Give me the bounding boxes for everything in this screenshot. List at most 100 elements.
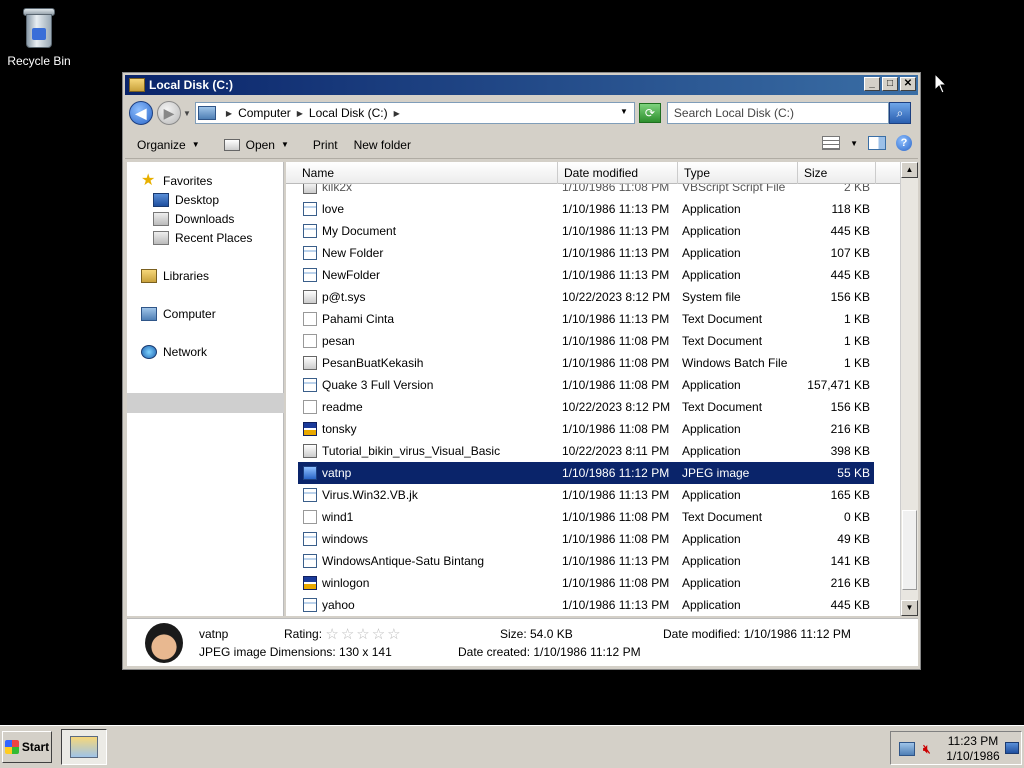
table-row[interactable]: winlogon 1/10/1986 11:08 PM Application 216… xyxy=(298,572,874,594)
scroll-down-arrow[interactable]: ▼ xyxy=(901,600,918,616)
chevron-right-icon[interactable]: ▶ xyxy=(394,109,400,118)
breadcrumb-computer[interactable]: Computer xyxy=(238,106,291,120)
refresh-button[interactable]: ⟳ xyxy=(638,103,661,123)
table-row[interactable]: kilk2x 1/10/1986 11:08 PM VBScript Scrip… xyxy=(298,184,874,198)
table-row[interactable]: Tutorial_bikin_virus_Visual_Basic 10/22/2… xyxy=(298,440,874,462)
mouse-cursor-icon xyxy=(934,72,948,98)
column-header-type[interactable]: Type xyxy=(678,162,798,184)
volume-muted-icon[interactable]: 🔇︎ xyxy=(923,742,939,756)
nav-item-computer[interactable]: Computer xyxy=(141,307,216,321)
recycle-bin-label: Recycle Bin xyxy=(7,54,71,68)
column-header-size[interactable]: Size xyxy=(798,162,876,184)
file-date: 1/10/1986 11:08 PM xyxy=(562,422,670,436)
application-icon xyxy=(303,378,317,392)
nav-label: Desktop xyxy=(175,193,220,207)
search-input[interactable]: Search Local Disk (C:) xyxy=(666,102,889,124)
breadcrumb-local-disk[interactable]: Local Disk (C:) xyxy=(309,106,388,120)
nav-item-network[interactable]: Network xyxy=(141,345,207,359)
file-type: Application xyxy=(682,532,741,546)
application-icon xyxy=(303,598,317,612)
show-desktop-icon[interactable] xyxy=(1005,742,1019,754)
help-icon[interactable]: ? xyxy=(896,135,912,151)
start-button[interactable]: Start xyxy=(2,731,52,763)
table-row[interactable]: readme 10/22/2023 8:12 PM Text Document 156… xyxy=(298,396,874,418)
table-row[interactable]: pesan 1/10/1986 11:08 PM Text Document 1 KB xyxy=(298,330,874,352)
nav-item-recent-places[interactable]: Recent Places xyxy=(153,231,252,245)
table-row[interactable]: My Document 1/10/1986 11:13 PM Application… xyxy=(298,220,874,242)
column-header-date[interactable]: Date modified xyxy=(558,162,678,184)
rating-stars-icon[interactable]: ☆☆☆☆☆ xyxy=(325,625,402,643)
system-file-icon xyxy=(303,356,317,370)
file-type: VBScript Script File xyxy=(682,184,786,194)
file-date: 1/10/1986 11:08 PM xyxy=(562,356,670,370)
table-row-selected[interactable]: vatnp 1/10/1986 11:12 PM JPEG image 55 KB xyxy=(298,462,874,484)
nav-item-favorites[interactable]: ★ Favorites xyxy=(141,173,212,189)
table-row[interactable]: wind1 1/10/1986 11:08 PM Text Document 0 KB xyxy=(298,506,874,528)
table-row[interactable]: p@t.sys 10/22/2023 8:12 PM System file 156 … xyxy=(298,286,874,308)
desktop-icon xyxy=(153,193,169,207)
search-icon[interactable]: ⌕ xyxy=(888,102,911,124)
open-label: Open xyxy=(245,137,275,152)
clock[interactable]: 11:23 PM 1/10/1986 xyxy=(943,734,1003,764)
table-row[interactable]: tonsky 1/10/1986 11:08 PM Application 216 K… xyxy=(298,418,874,440)
application-icon xyxy=(303,202,317,216)
libraries-icon xyxy=(141,269,157,283)
network-tray-icon[interactable] xyxy=(899,742,915,756)
table-row[interactable]: PesanBuatKekasih 1/10/1986 11:08 PM Window… xyxy=(298,352,874,374)
vertical-scrollbar[interactable]: ▲ ▼ xyxy=(900,162,918,616)
back-button[interactable]: ◀ xyxy=(129,101,153,125)
file-type: Application xyxy=(682,488,741,502)
details-size: Size: 54.0 KB xyxy=(500,627,573,641)
recycle-bin-desktop-icon[interactable]: Recycle Bin xyxy=(6,6,72,68)
table-row[interactable]: Quake 3 Full Version 1/10/1986 11:08 PM Ap… xyxy=(298,374,874,396)
file-size: 107 KB xyxy=(830,246,870,260)
minimize-button[interactable]: _ xyxy=(864,77,880,91)
jpeg-image-icon xyxy=(303,466,317,480)
nav-label: Libraries xyxy=(163,269,210,283)
table-row[interactable]: yahoo 1/10/1986 11:13 PM Application 445 KB xyxy=(298,594,874,616)
table-row[interactable]: WindowsAntique-Satu Bintang 1/10/1986 11:… xyxy=(298,550,874,572)
table-row[interactable]: love 1/10/1986 11:13 PM Application 118 KB xyxy=(298,198,874,220)
table-row[interactable]: Virus.Win32.VB.jk 1/10/1986 11:13 PM Appli… xyxy=(298,484,874,506)
organize-button[interactable]: Organize ▼ xyxy=(125,138,212,152)
view-options-icon[interactable] xyxy=(822,136,841,150)
scroll-up-arrow[interactable]: ▲ xyxy=(901,162,918,178)
close-button[interactable]: ✕ xyxy=(900,77,916,91)
file-date: 1/10/1986 11:08 PM xyxy=(562,184,670,194)
scroll-thumb[interactable] xyxy=(902,510,917,590)
chevron-down-icon[interactable]: ▼ xyxy=(620,107,628,116)
chevron-right-icon[interactable]: ▶ xyxy=(297,109,303,118)
print-button[interactable]: Print xyxy=(301,138,350,152)
rating-label: Rating: xyxy=(284,627,323,641)
file-date: 10/22/2023 8:12 PM xyxy=(562,400,671,414)
file-name: love xyxy=(322,202,345,216)
file-name: My Document xyxy=(322,224,397,238)
chevron-right-icon[interactable]: ▶ xyxy=(226,109,232,118)
table-row[interactable]: windows 1/10/1986 11:08 PM Application 49 K… xyxy=(298,528,874,550)
nav-item-libraries[interactable]: Libraries xyxy=(141,269,209,283)
preview-pane-icon[interactable] xyxy=(868,136,886,150)
open-button[interactable]: Open ▼ xyxy=(212,138,301,152)
nav-item-downloads[interactable]: Downloads xyxy=(153,212,234,226)
taskbar-explorer-button[interactable] xyxy=(61,729,107,765)
table-row[interactable]: Pahami Cinta 1/10/1986 11:13 PM Text Docum… xyxy=(298,308,874,330)
file-date: 1/10/1986 11:13 PM xyxy=(562,554,670,568)
table-row[interactable]: NewFolder 1/10/1986 11:13 PM Application 44… xyxy=(298,264,874,286)
recent-pages-dropdown[interactable]: ▼ xyxy=(183,109,191,118)
chevron-down-icon[interactable]: ▼ xyxy=(850,139,858,148)
file-size: 398 KB xyxy=(830,444,870,458)
title-bar[interactable]: Local Disk (C:) _ □ ✕ xyxy=(125,75,918,95)
file-name: wind1 xyxy=(322,510,354,524)
file-type: Application xyxy=(682,224,741,238)
maximize-button[interactable]: □ xyxy=(882,77,898,91)
file-name: p@t.sys xyxy=(322,290,366,304)
new-folder-button[interactable]: New folder xyxy=(350,138,423,152)
forward-button[interactable]: ▶ xyxy=(157,101,181,125)
file-type: JPEG image xyxy=(682,466,750,480)
file-type: Text Document xyxy=(682,312,763,326)
address-box[interactable]: ▶ Computer ▶ Local Disk (C:) ▶ ▼ xyxy=(194,102,635,124)
details-rating[interactable]: Rating: ☆☆☆☆☆ xyxy=(284,625,403,643)
column-header-name[interactable]: Name xyxy=(296,162,558,184)
table-row[interactable]: New Folder 1/10/1986 11:13 PM Application 1… xyxy=(298,242,874,264)
nav-item-desktop[interactable]: Desktop xyxy=(153,193,219,207)
